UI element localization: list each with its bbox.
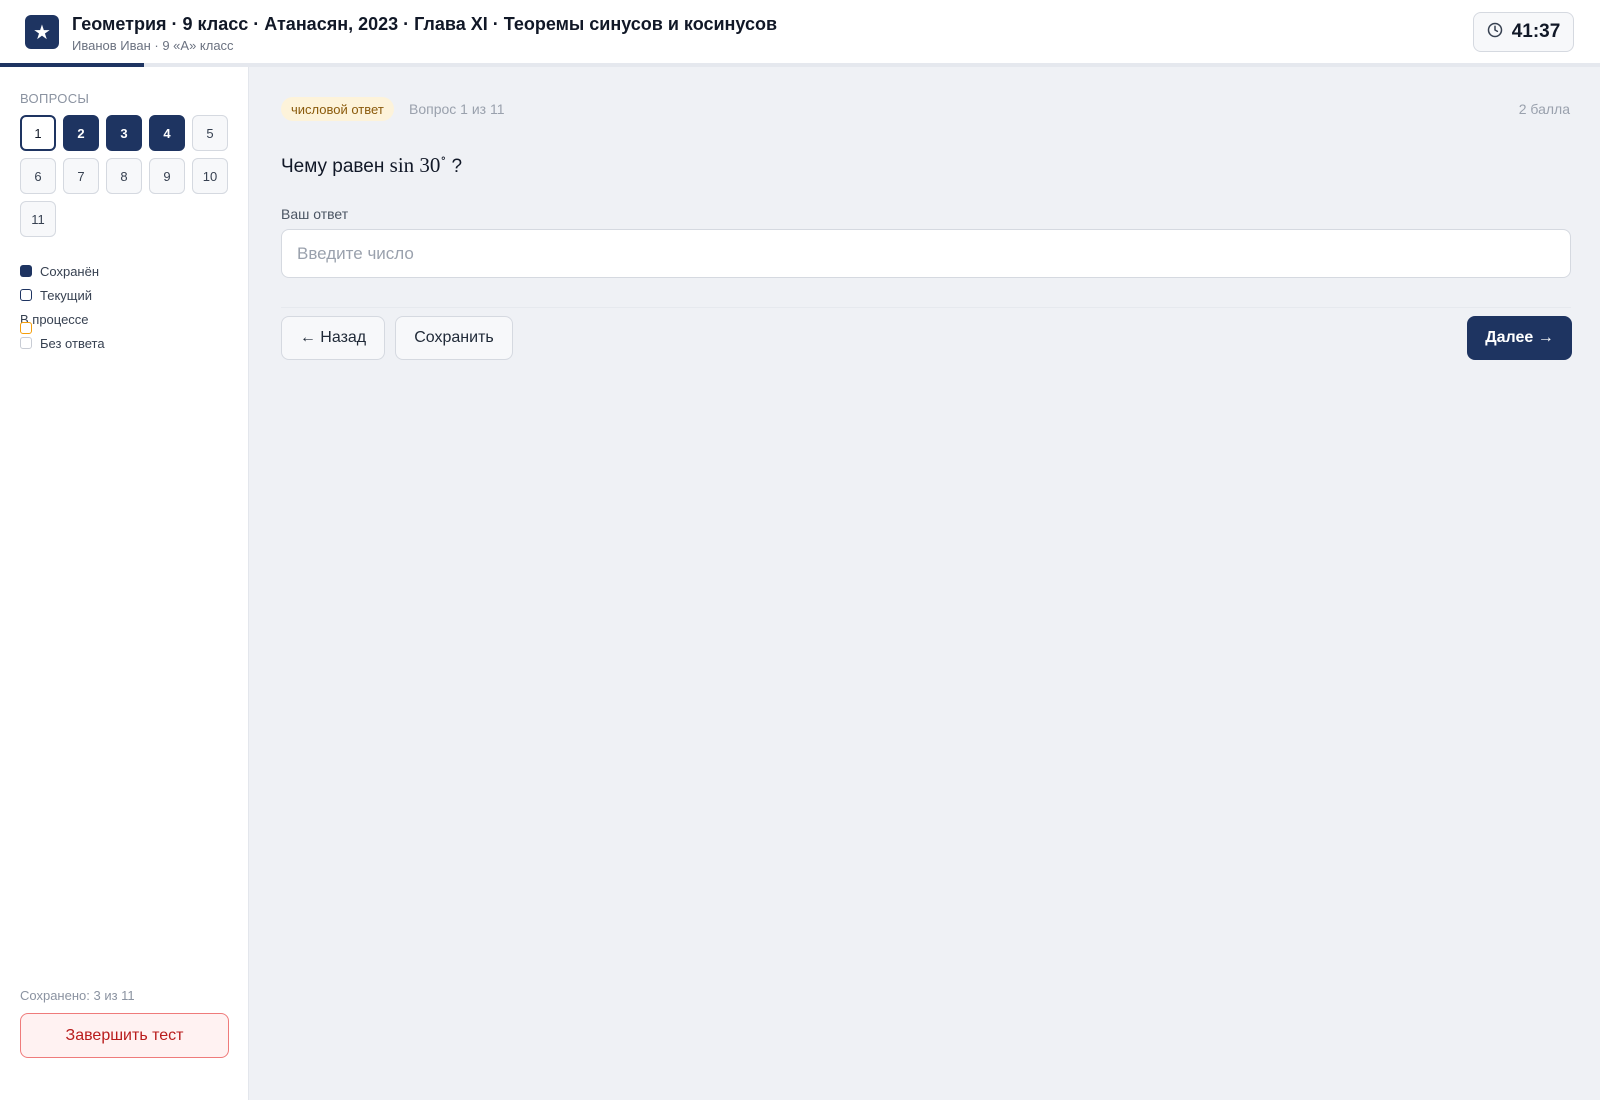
header: ★ Геометрия · 9 класс · Атанасян, 2023 ·…: [0, 0, 1600, 64]
question-type-tag: числовой ответ: [281, 97, 394, 121]
clock-icon: [1487, 22, 1503, 43]
question-number: Вопрос 1 из 11: [409, 101, 505, 117]
next-button[interactable]: Далее →: [1467, 316, 1572, 360]
legend-item-saved: Сохранён: [20, 259, 105, 283]
question-grid: 1 2 3 4 5 6 7 8 9 10 11: [20, 115, 232, 237]
question-nav-5[interactable]: 5: [192, 115, 228, 151]
question-nav-11[interactable]: 11: [20, 201, 56, 237]
math-degree: ∘: [440, 151, 447, 165]
save-button[interactable]: Сохранить: [395, 316, 513, 360]
legend-swatch-saved: [20, 265, 32, 277]
saved-count: Сохранено: 3 из 11: [20, 988, 135, 1003]
divider: [281, 307, 1571, 308]
legend-swatch-empty: [20, 337, 32, 349]
finish-test-button[interactable]: Завершить тест: [20, 1013, 229, 1058]
question-panel: числовой ответ Вопрос 1 из 11 2 балла Че…: [249, 67, 1600, 1100]
math-function: sin: [389, 153, 415, 177]
question-text-prefix: Чему равен: [281, 156, 390, 177]
back-button[interactable]: ← Назад: [281, 316, 385, 360]
timer-value: 41:37: [1511, 21, 1561, 42]
legend: Сохранён Текущий В процессе Без ответа: [20, 259, 105, 355]
question-nav-8[interactable]: 8: [106, 158, 142, 194]
answer-label: Ваш ответ: [281, 206, 349, 222]
legend-swatch-current: [20, 289, 32, 301]
question-nav-3[interactable]: 3: [106, 115, 142, 151]
legend-item-current: Текущий: [20, 283, 105, 307]
timer: 41:37: [1473, 12, 1574, 52]
legend-label: Текущий: [40, 287, 92, 303]
question-nav-2[interactable]: 2: [63, 115, 99, 151]
student-info: Иванов Иван · 9 «А» класс: [72, 38, 234, 53]
question-text-suffix: ?: [451, 156, 463, 177]
question-nav-4[interactable]: 4: [149, 115, 185, 151]
questions-heading: ВОПРОСЫ: [20, 91, 90, 106]
sidebar: ВОПРОСЫ 1 2 3 4 5 6 7 8 9 10 11 Сохранён Текущий В п…: [0, 67, 249, 1100]
answer-input[interactable]: [281, 229, 1571, 278]
question-text: Чему равен sin 30∘ ?: [281, 151, 462, 178]
question-nav-6[interactable]: 6: [20, 158, 56, 194]
star-logo-icon: ★: [25, 15, 59, 49]
legend-item-progress: В процессе: [20, 307, 105, 334]
question-points: 2 балла: [1518, 101, 1570, 117]
question-nav-9[interactable]: 9: [149, 158, 185, 194]
legend-swatch-progress: [20, 322, 32, 334]
math-expression: sin 30∘: [389, 151, 452, 177]
legend-label: Без ответа: [40, 335, 105, 351]
legend-label: Сохранён: [40, 263, 100, 279]
page-title: Геометрия · 9 класс · Атанасян, 2023 · Г…: [72, 14, 778, 34]
question-nav-7[interactable]: 7: [63, 158, 99, 194]
legend-item-empty: Без ответа: [20, 331, 105, 355]
question-nav-10[interactable]: 10: [192, 158, 228, 194]
question-nav-1[interactable]: 1: [20, 115, 56, 151]
math-value: 30: [419, 153, 441, 177]
